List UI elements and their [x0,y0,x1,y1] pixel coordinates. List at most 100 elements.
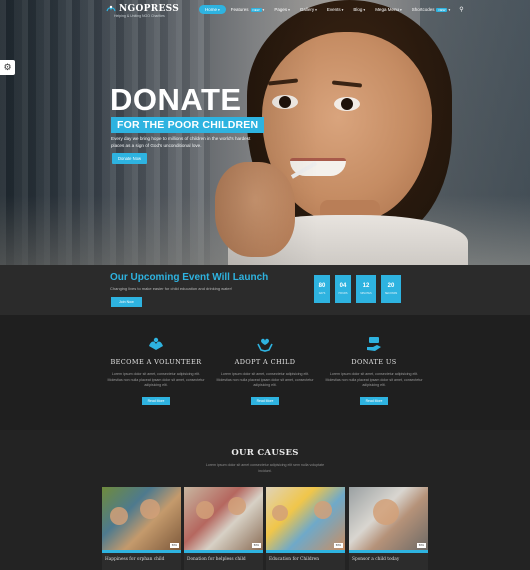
event-countdown: 80 DAYS 04 HOURS 12 MINUTES 20 SECONDS [314,275,401,303]
nav-label: Events [326,7,341,12]
countdown-minutes: 12 MINUTES [356,275,376,303]
nav-label: Features [230,7,249,12]
features-section: BECOME A VOLUNTEER Lorem ipsum dolor sit… [0,315,530,430]
nav-label: Gallery [299,7,315,12]
cause-image: 50% [184,487,263,550]
logo-hands-icon [106,5,116,12]
settings-gear-icon[interactable]: ⚙ [0,60,15,75]
nav-label: Shortcodes [411,7,435,12]
nav-item-shortcodes[interactable]: Shortcodes NEW ▾ [407,5,456,14]
event-subtitle: Changing lives to make easier for child … [110,286,233,291]
read-more-button[interactable]: Read More [141,396,171,405]
site-header: NGOPRESS Helping & Uniting NGO Charities… [0,0,530,22]
caret-down-icon: ▾ [399,7,402,12]
join-now-button[interactable]: Join Now [111,297,142,307]
nav-item-mega-menu[interactable]: Mega Menu ▾ [370,5,407,14]
main-nav: Home ▾ Features NEW ▾ Pages ▾ Gallery ▾ Event… [199,5,464,14]
child-figure [314,501,332,519]
hero-description: Every day we bring hope to millions of c… [111,136,251,148]
read-more-button[interactable]: Read More [359,396,389,405]
feature-title: DONATE US [351,358,397,366]
nav-label: Pages [274,7,288,12]
cause-card[interactable]: 50% Donation for helpless child [184,487,263,570]
donate-hand-icon [365,335,383,353]
read-more-button[interactable]: Read More [250,396,280,405]
caret-down-icon: ▾ [288,7,290,12]
heart-hands-icon [256,335,274,353]
causes-subtitle: Lorem ipsum dolor sit amet consectetur a… [205,463,325,473]
cause-title: Donation for helpless child [187,557,246,562]
child-figure [110,507,128,525]
nav-item-features[interactable]: Features NEW ▾ [226,5,270,14]
countdown-hours: 04 HOURS [335,275,351,303]
donate-now-button[interactable]: Donate Now [112,153,148,164]
cause-progress-tag: 50% [333,543,343,548]
cause-progress-tag: 50% [251,543,261,548]
hero-subtitle: FOR THE POOR CHILDREN [111,117,265,133]
nav-label: Mega Menu [375,7,399,12]
cause-image: 50% [266,487,345,550]
cause-card[interactable]: 50% Happiness for orphan child [102,487,181,570]
logo-text: NGOPRESS [119,4,180,14]
nav-label: Blog [353,7,363,12]
new-badge: NEW [436,7,448,12]
feature-text: Lorem ipsum dolor sit amet, consectetur … [107,372,205,387]
feature-donate: DONATE US Lorem ipsum dolor sit amet, co… [319,335,429,407]
caret-down-icon: ▾ [218,7,220,12]
feature-title: BECOME A VOLUNTEER [110,358,202,366]
volunteer-hands-icon [147,335,165,353]
countdown-value: 12 [362,283,370,289]
page: DONATE FOR THE POOR CHILDREN Every day w… [0,0,530,570]
countdown-unit: MINUTES [360,292,372,295]
feature-adopt: ADOPT A CHILD Lorem ipsum dolor sit amet… [210,335,320,407]
feature-title: ADOPT A CHILD [234,358,296,366]
cause-title: Education for Children [269,557,319,562]
cause-title: Sponsor a child today [352,557,400,562]
nav-item-home[interactable]: Home ▾ [199,5,226,14]
nav-label: Home [205,7,218,12]
caret-down-icon: ▾ [262,7,265,12]
caret-down-icon: ▾ [341,7,344,12]
child-figure [228,497,246,515]
child-figure [140,499,160,519]
countdown-value: 04 [339,283,347,289]
feature-volunteer: BECOME A VOLUNTEER Lorem ipsum dolor sit… [101,335,211,407]
hero-title: DONATE [110,82,242,117]
caret-down-icon: ▾ [448,7,451,12]
search-icon[interactable]: ⚲ [459,6,463,13]
cause-card[interactable]: 50% Sponsor a child today [349,487,428,570]
countdown-days: 80 DAYS [314,275,330,303]
nav-item-gallery[interactable]: Gallery ▾ [295,5,322,14]
cause-card[interactable]: 50% Education for Children [266,487,345,570]
child-figure [272,505,288,521]
countdown-seconds: 20 SECONDS [381,275,401,303]
event-title: Our Upcoming Event Will Launch [110,272,269,283]
cause-image: 50% [349,487,428,550]
cause-progress-tag: 50% [169,543,179,548]
feature-text: Lorem ipsum dolor sit amet, consectetur … [325,372,423,387]
upcoming-event-bar: Our Upcoming Event Will Launch Changing … [0,265,530,315]
site-logo[interactable]: NGOPRESS [106,4,179,14]
countdown-unit: HOURS [338,292,348,295]
child-figure [196,501,214,519]
countdown-unit: DAYS [318,292,326,295]
cause-image: 50% [102,487,181,550]
logo-tagline: Helping & Uniting NGO Charities [114,14,165,18]
hero-shade [0,0,530,265]
causes-title: OUR CAUSES [231,448,299,458]
countdown-value: 20 [387,283,395,289]
feature-text: Lorem ipsum dolor sit amet, consectetur … [216,372,314,387]
nav-item-blog[interactable]: Blog ▾ [348,5,370,14]
child-figure [373,499,399,525]
caret-down-icon: ▾ [315,7,317,12]
new-badge: NEW [250,7,262,12]
hero-banner: DONATE FOR THE POOR CHILDREN Every day w… [0,0,530,265]
caret-down-icon: ▾ [363,7,366,12]
countdown-value: 80 [318,283,326,289]
cause-title: Happiness for orphan child [105,557,165,562]
nav-item-events[interactable]: Events ▾ [322,5,349,14]
cause-progress-tag: 50% [416,543,426,548]
nav-item-pages[interactable]: Pages ▾ [269,5,295,14]
our-causes-section: OUR CAUSES Lorem ipsum dolor sit amet co… [0,430,530,570]
countdown-unit: SECONDS [384,292,398,295]
